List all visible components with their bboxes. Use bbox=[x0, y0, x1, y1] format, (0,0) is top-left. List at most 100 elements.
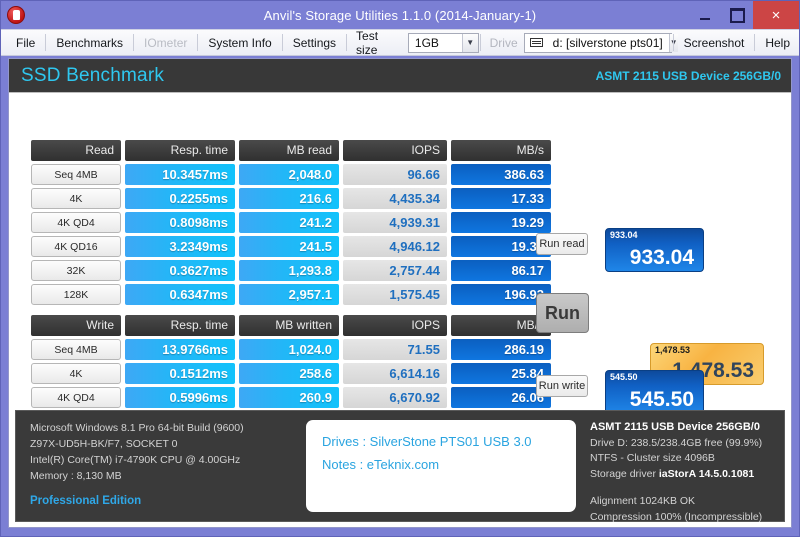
system-info-block: Microsoft Windows 8.1 Pro 64-bit Build (… bbox=[16, 411, 306, 521]
menu-item-help[interactable]: Help bbox=[756, 32, 799, 54]
row-label-button[interactable]: Seq 4MB bbox=[31, 164, 121, 185]
cell-iops: 6,670.92 bbox=[343, 387, 447, 408]
cell-resp-time: 0.3627ms bbox=[125, 260, 235, 281]
maximize-icon[interactable] bbox=[721, 1, 753, 29]
notes-box[interactable]: Drives : SilverStone PTS01 USB 3.0 Notes… bbox=[306, 420, 576, 512]
column-header-iops: IOPS bbox=[343, 315, 447, 336]
drive-driver-row: Storage driver iaStorA 14.5.0.1081 bbox=[590, 467, 784, 483]
cell-resp-time: 0.2255ms bbox=[125, 188, 235, 209]
row-label-button[interactable]: 4K QD16 bbox=[31, 236, 121, 257]
column-header-write: Write bbox=[31, 315, 121, 336]
test-size-label: Test size bbox=[356, 28, 379, 57]
chevron-down-icon[interactable]: ▼ bbox=[461, 33, 478, 52]
test-size-value: 1GB bbox=[414, 35, 439, 50]
test-size-select[interactable]: 1GB ▼ bbox=[407, 32, 479, 53]
menu-item-settings[interactable]: Settings bbox=[284, 32, 345, 54]
app-window: Anvil's Storage Utilities 1.1.0 (2014-Ja… bbox=[0, 0, 800, 537]
cell-iops: 6,614.16 bbox=[343, 363, 447, 384]
cell-resp-time: 13.9766ms bbox=[125, 339, 235, 360]
table-row: Seq 4MB 13.9766ms 1,024.0 71.55 286.19 bbox=[31, 339, 551, 360]
table-row: 4K 0.1512ms 258.6 6,614.16 25.84 bbox=[31, 363, 551, 384]
table-header-row: Write Resp. time MB written IOPS MB/s bbox=[31, 315, 551, 336]
menu-item-file[interactable]: File bbox=[7, 32, 44, 54]
menu-divider bbox=[133, 34, 135, 51]
table-header-row: Read Resp. time MB read IOPS MB/s bbox=[31, 140, 551, 161]
cell-mbs: 386.63 bbox=[451, 164, 551, 185]
menu-item-system-info[interactable]: System Info bbox=[199, 32, 280, 54]
cell-mb-read: 241.5 bbox=[239, 236, 339, 257]
table-row: Seq 4MB 10.3457ms 2,048.0 96.66 386.63 bbox=[31, 164, 551, 185]
table-row: 4K QD16 3.2349ms 241.5 4,946.12 19.32 bbox=[31, 236, 551, 257]
menu-item-benchmarks[interactable]: Benchmarks bbox=[47, 32, 132, 54]
cell-resp-time: 3.2349ms bbox=[125, 236, 235, 257]
benchmark-body: Read Resp. time MB read IOPS MB/s Seq 4M… bbox=[9, 93, 791, 438]
minimize-icon[interactable] bbox=[689, 1, 721, 29]
table-row: 4K QD4 0.8098ms 241.2 4,939.31 19.29 bbox=[31, 212, 551, 233]
row-label-button[interactable]: 128K bbox=[31, 284, 121, 305]
cell-mb-read: 2,048.0 bbox=[239, 164, 339, 185]
system-cpu: Intel(R) Core(TM) i7-4790K CPU @ 4.00GHz bbox=[30, 454, 241, 466]
cell-iops: 71.55 bbox=[343, 339, 447, 360]
cell-mb-read: 2,957.1 bbox=[239, 284, 339, 305]
info-panel: Microsoft Windows 8.1 Pro 64-bit Build (… bbox=[15, 410, 785, 523]
row-label-button[interactable]: 4K QD4 bbox=[31, 387, 121, 408]
row-label-button[interactable]: 4K QD4 bbox=[31, 212, 121, 233]
cell-mb-read: 1,293.8 bbox=[239, 260, 339, 281]
menu-divider bbox=[479, 34, 481, 51]
total-score-small: 1,478.53 bbox=[655, 345, 691, 355]
drive-device-name: ASMT 2115 USB Device 256GB/0 bbox=[590, 421, 760, 433]
drive-info-block: ASMT 2115 USB Device 256GB/0 Drive D: 23… bbox=[576, 411, 784, 523]
cell-mbs: 86.17 bbox=[451, 260, 551, 281]
window-title: Anvil's Storage Utilities 1.1.0 (2014-Ja… bbox=[263, 7, 537, 23]
cell-mb-written: 1,024.0 bbox=[239, 339, 339, 360]
header-device-name: ASMT 2115 USB Device 256GB/0 bbox=[595, 68, 781, 83]
drive-alignment: Alignment 1024KB OK bbox=[590, 495, 696, 507]
read-score-box: 933.04 933.04 bbox=[605, 228, 704, 272]
column-header-mb-read: MB read bbox=[239, 140, 339, 161]
column-header-read: Read bbox=[31, 140, 121, 161]
cell-iops: 4,946.12 bbox=[343, 236, 447, 257]
cell-iops: 4,435.34 bbox=[343, 188, 447, 209]
row-label-button[interactable]: 4K bbox=[31, 188, 121, 209]
run-write-button[interactable]: Run write bbox=[536, 375, 588, 397]
menu-divider bbox=[346, 34, 348, 51]
cell-mb-written: 258.6 bbox=[239, 363, 339, 384]
column-header-mb-written: MB written bbox=[239, 315, 339, 336]
write-score-box: 545.50 545.50 bbox=[605, 370, 704, 414]
close-icon[interactable]: × bbox=[753, 1, 799, 29]
cell-mbs: 286.19 bbox=[451, 339, 551, 360]
column-header-iops: IOPS bbox=[343, 140, 447, 161]
row-label-button[interactable]: Seq 4MB bbox=[31, 339, 121, 360]
menu-divider bbox=[45, 34, 47, 51]
run-read-button[interactable]: Run read bbox=[536, 233, 588, 255]
menu-divider bbox=[281, 34, 283, 51]
menu-bar: File Benchmarks IOmeter System Info Sett… bbox=[1, 28, 799, 57]
notes-drives: Drives : SilverStone PTS01 USB 3.0 bbox=[322, 434, 532, 449]
read-results-table: Read Resp. time MB read IOPS MB/s Seq 4M… bbox=[31, 140, 551, 308]
drive-filesystem: NTFS - Cluster size 4096B bbox=[590, 452, 715, 464]
menu-item-screenshot[interactable]: Screenshot bbox=[675, 32, 754, 54]
table-row: 128K 0.6347ms 2,957.1 1,575.45 196.93 bbox=[31, 284, 551, 305]
drive-select[interactable]: d: [silverstone pts01] ▼ bbox=[523, 32, 678, 53]
main-content: SSD Benchmark ASMT 2115 USB Device 256GB… bbox=[8, 58, 792, 528]
cell-iops: 96.66 bbox=[343, 164, 447, 185]
cell-resp-time: 0.1512ms bbox=[125, 363, 235, 384]
cell-mb-read: 241.2 bbox=[239, 212, 339, 233]
system-memory: Memory : 8,130 MB bbox=[30, 470, 122, 482]
row-label-button[interactable]: 32K bbox=[31, 260, 121, 281]
cell-iops: 4,939.31 bbox=[343, 212, 447, 233]
drive-icon bbox=[529, 38, 543, 47]
table-row: 32K 0.3627ms 1,293.8 2,757.44 86.17 bbox=[31, 260, 551, 281]
row-label-button[interactable]: 4K bbox=[31, 363, 121, 384]
edition-label: Professional Edition bbox=[30, 495, 142, 507]
run-button[interactable]: Run bbox=[536, 293, 589, 333]
drive-driver-label: Storage driver bbox=[590, 467, 656, 480]
menu-item-iometer: IOmeter bbox=[144, 35, 188, 50]
column-header-mbs: MB/s bbox=[451, 140, 551, 161]
cell-mbs: 17.33 bbox=[451, 188, 551, 209]
system-os: Microsoft Windows 8.1 Pro 64-bit Build (… bbox=[30, 422, 244, 434]
window-controls: × bbox=[689, 1, 799, 29]
drive-compression: Compression 100% (Incompressible) bbox=[590, 510, 763, 523]
notes-text: Notes : eTeknix.com bbox=[322, 457, 440, 472]
